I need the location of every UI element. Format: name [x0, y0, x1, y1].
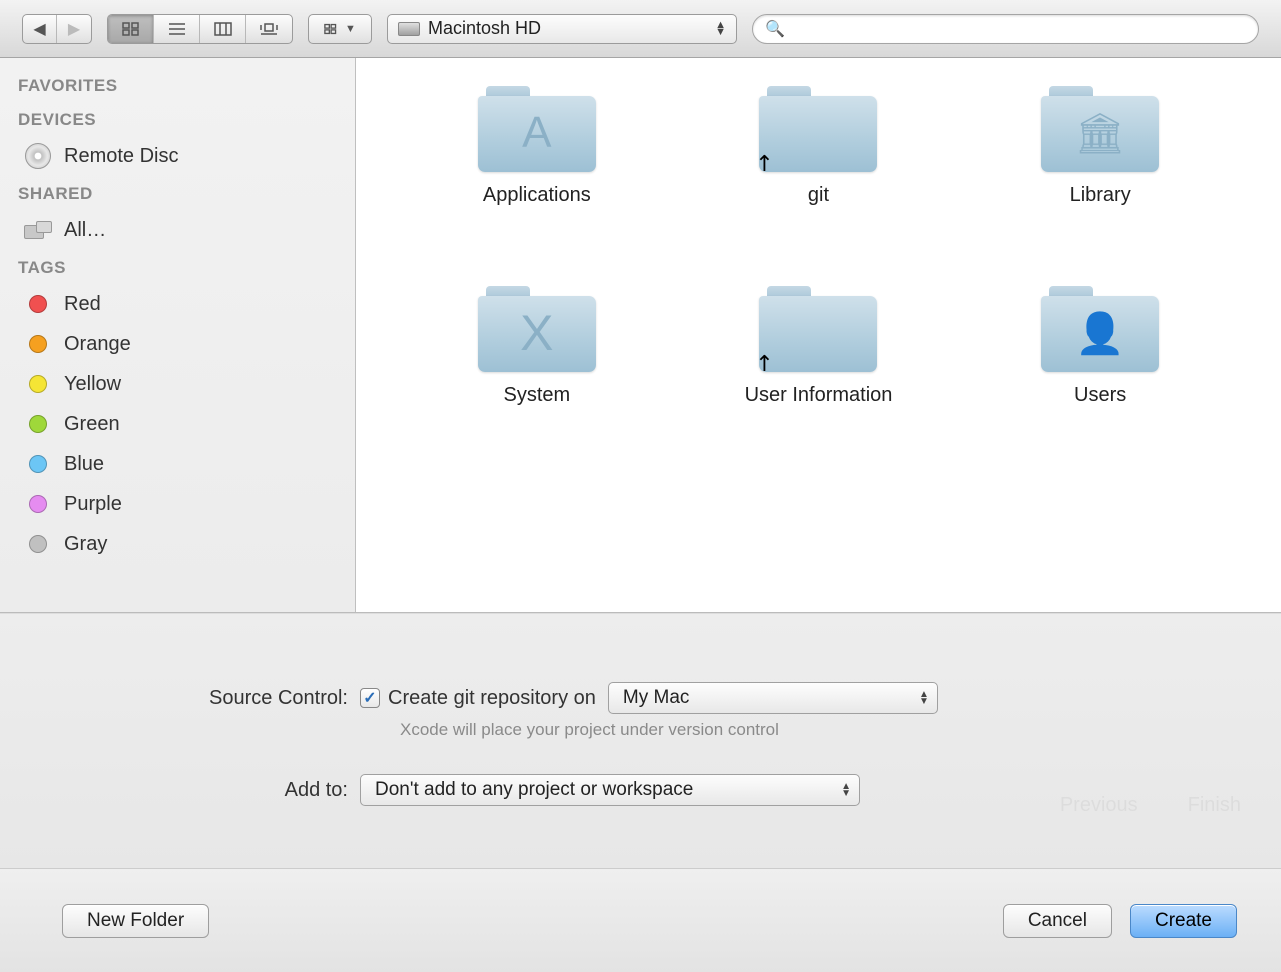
- path-label: Macintosh HD: [428, 18, 715, 39]
- sidebar-tag-gray[interactable]: Gray: [0, 524, 355, 564]
- create-git-checkbox[interactable]: ✓: [360, 688, 380, 708]
- search-icon: 🔍: [765, 19, 785, 39]
- folder-label: User Information: [745, 384, 893, 407]
- arrange-button[interactable]: ▼: [309, 15, 371, 43]
- file-browser-content[interactable]: A Applications ↗ git 🏛 Library X System ↗ User In…: [356, 58, 1281, 612]
- folder-label: Applications: [483, 184, 591, 207]
- sidebar-item-label: Yellow: [64, 373, 121, 396]
- create-button[interactable]: Create: [1130, 904, 1237, 938]
- cancel-button[interactable]: Cancel: [1003, 904, 1112, 938]
- sidebar-item-label: Remote Disc: [64, 145, 178, 168]
- folder-label: System: [503, 384, 570, 407]
- sidebar-item-label: Gray: [64, 533, 107, 556]
- folder-icon: X: [478, 286, 596, 372]
- icon-view-button[interactable]: [108, 15, 154, 43]
- search-input[interactable]: [791, 20, 1246, 38]
- disc-icon: [24, 142, 52, 170]
- tag-dot-icon: [24, 410, 52, 438]
- folder-icon: 🏛: [1041, 86, 1159, 172]
- updown-arrows-icon: ▲▼: [841, 783, 851, 797]
- favorites-heading: FAVORITES: [0, 68, 355, 102]
- coverflow-view-button[interactable]: [246, 15, 292, 43]
- devices-heading: DEVICES: [0, 102, 355, 136]
- search-field[interactable]: 🔍: [752, 14, 1259, 44]
- tags-heading: TAGS: [0, 250, 355, 284]
- folder-icon: ↗: [759, 286, 877, 372]
- tag-dot-icon: [24, 290, 52, 318]
- source-control-hint: Xcode will place your project under vers…: [0, 720, 1281, 740]
- sidebar-item-label: Blue: [64, 453, 104, 476]
- nav-buttons: ◀ ▶: [22, 14, 92, 44]
- folder-icon: ↗: [759, 86, 877, 172]
- sidebar-tag-orange[interactable]: Orange: [0, 324, 355, 364]
- folder-label: git: [808, 184, 829, 207]
- source-control-label: Source Control:: [0, 687, 360, 710]
- sidebar: FAVORITES DEVICES Remote Disc SHARED All…: [0, 58, 356, 612]
- sidebar-item-all-shared[interactable]: All…: [0, 210, 355, 250]
- add-to-value: Don't add to any project or workspace: [375, 779, 693, 801]
- folder-git[interactable]: ↗ git: [759, 86, 877, 286]
- sidebar-tag-yellow[interactable]: Yellow: [0, 364, 355, 404]
- arrange-button-group: ▼: [308, 14, 372, 44]
- options-panel: Source Control: ✓ Create git repository …: [0, 613, 1281, 868]
- list-view-button[interactable]: [154, 15, 200, 43]
- folder-users[interactable]: 👤 Users: [1041, 286, 1159, 486]
- tag-dot-icon: [24, 450, 52, 478]
- view-mode-buttons: [107, 14, 293, 44]
- folder-icon: A: [478, 86, 596, 172]
- folder-library[interactable]: 🏛 Library: [1041, 86, 1159, 286]
- tag-dot-icon: [24, 330, 52, 358]
- forward-button[interactable]: ▶: [57, 15, 91, 43]
- toolbar: ◀ ▶ ▼ Macintosh HD ▲▼ 🔍: [0, 0, 1281, 58]
- folder-system[interactable]: X System: [478, 286, 596, 486]
- folder-icon: 👤: [1041, 286, 1159, 372]
- tag-dot-icon: [24, 370, 52, 398]
- folder-label: Library: [1070, 184, 1131, 207]
- path-control[interactable]: Macintosh HD ▲▼: [387, 14, 737, 44]
- main-split: FAVORITES DEVICES Remote Disc SHARED All…: [0, 58, 1281, 613]
- sidebar-tag-green[interactable]: Green: [0, 404, 355, 444]
- folder-user-information[interactable]: ↗ User Information: [745, 286, 893, 486]
- create-git-label: Create git repository on: [388, 687, 596, 710]
- add-to-popup[interactable]: Don't add to any project or workspace ▲▼: [360, 774, 860, 806]
- bottom-bar: New Folder Cancel Create: [0, 868, 1281, 972]
- tag-dot-icon: [24, 490, 52, 518]
- sidebar-item-remote-disc[interactable]: Remote Disc: [0, 136, 355, 176]
- sidebar-item-label: Red: [64, 293, 101, 316]
- sidebar-tag-purple[interactable]: Purple: [0, 484, 355, 524]
- sidebar-tag-blue[interactable]: Blue: [0, 444, 355, 484]
- updown-arrows-icon: ▲▼: [715, 22, 726, 36]
- shared-heading: SHARED: [0, 176, 355, 210]
- sidebar-item-label: Purple: [64, 493, 122, 516]
- back-button[interactable]: ◀: [23, 15, 57, 43]
- git-location-popup[interactable]: My Mac ▲▼: [608, 682, 938, 714]
- sidebar-tag-red[interactable]: Red: [0, 284, 355, 324]
- add-to-label: Add to:: [0, 779, 360, 802]
- folder-applications[interactable]: A Applications: [478, 86, 596, 286]
- sidebar-item-label: Orange: [64, 333, 131, 356]
- network-icon: [24, 216, 52, 244]
- updown-arrows-icon: ▲▼: [919, 691, 929, 705]
- git-location-value: My Mac: [623, 687, 690, 709]
- sidebar-item-label: All…: [64, 219, 106, 242]
- folder-label: Users: [1074, 384, 1126, 407]
- new-folder-button[interactable]: New Folder: [62, 904, 209, 938]
- sidebar-item-label: Green: [64, 413, 120, 436]
- tag-dot-icon: [24, 530, 52, 558]
- column-view-button[interactable]: [200, 15, 246, 43]
- hard-drive-icon: [398, 22, 420, 36]
